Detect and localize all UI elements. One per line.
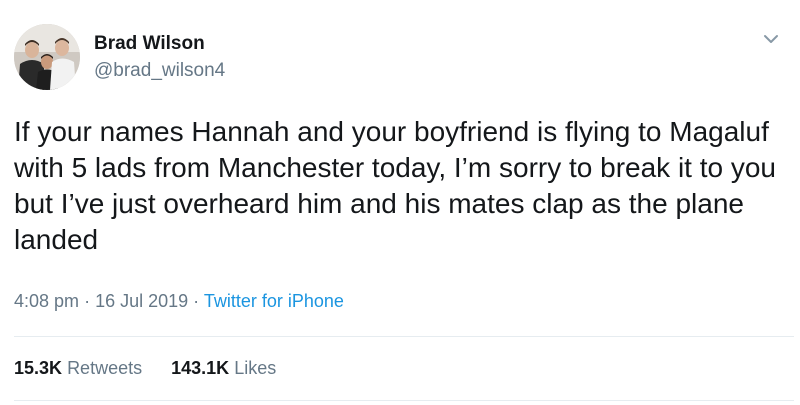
likes-label: Likes	[234, 358, 277, 378]
retweets-count: 15.3K	[14, 358, 63, 378]
tweet-card: Brad Wilson @brad_wilson4 If your names …	[0, 0, 800, 405]
tweet-source-link[interactable]: Twitter for iPhone	[204, 291, 344, 311]
meta-separator: ·	[193, 291, 200, 311]
tweet-stats: 15.3K Retweets 143.1K Likes	[14, 358, 300, 379]
avatar[interactable]	[14, 24, 80, 90]
avatar-photo	[14, 24, 80, 90]
author-handle[interactable]: @brad_wilson4	[94, 60, 225, 82]
tweet-time[interactable]: 4:08 pm	[14, 291, 79, 311]
retweets-label: Retweets	[67, 358, 143, 378]
meta-separator: ·	[84, 291, 91, 311]
divider	[14, 336, 794, 337]
author-name[interactable]: Brad Wilson	[94, 33, 205, 55]
tweet-date[interactable]: 16 Jul 2019	[95, 291, 188, 311]
divider	[14, 400, 794, 401]
likes-count: 143.1K	[171, 358, 230, 378]
retweets-stat[interactable]: 15.3K Retweets	[14, 358, 147, 378]
chevron-down-icon[interactable]	[760, 32, 782, 48]
tweet-text: If your names Hannah and your boyfriend …	[14, 116, 777, 255]
tweet-meta: 4:08 pm · 16 Jul 2019 · Twitter for iPho…	[14, 291, 344, 312]
likes-stat[interactable]: 143.1K Likes	[171, 358, 276, 378]
